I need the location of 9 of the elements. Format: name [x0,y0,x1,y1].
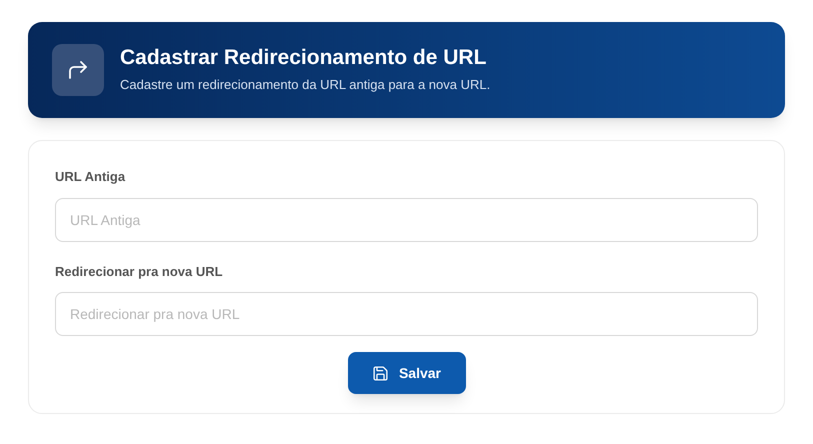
redirect-icon [52,44,104,96]
text-field[interactable]: URL Antiga [55,198,758,242]
field-label: Redirecionar pra nova URL [55,262,224,281]
save-button[interactable]: Salvar [348,352,466,394]
save-icon [372,364,389,382]
page-subtitle: Cadastre um redirecionamento da URL antiga para a nova URL. [120,76,490,94]
text-field[interactable]: Redirecionar pra nova URL [55,292,758,336]
page-title: Cadastrar Redirecionamento de URL [120,45,488,72]
field-label: URL Antiga [55,168,126,186]
